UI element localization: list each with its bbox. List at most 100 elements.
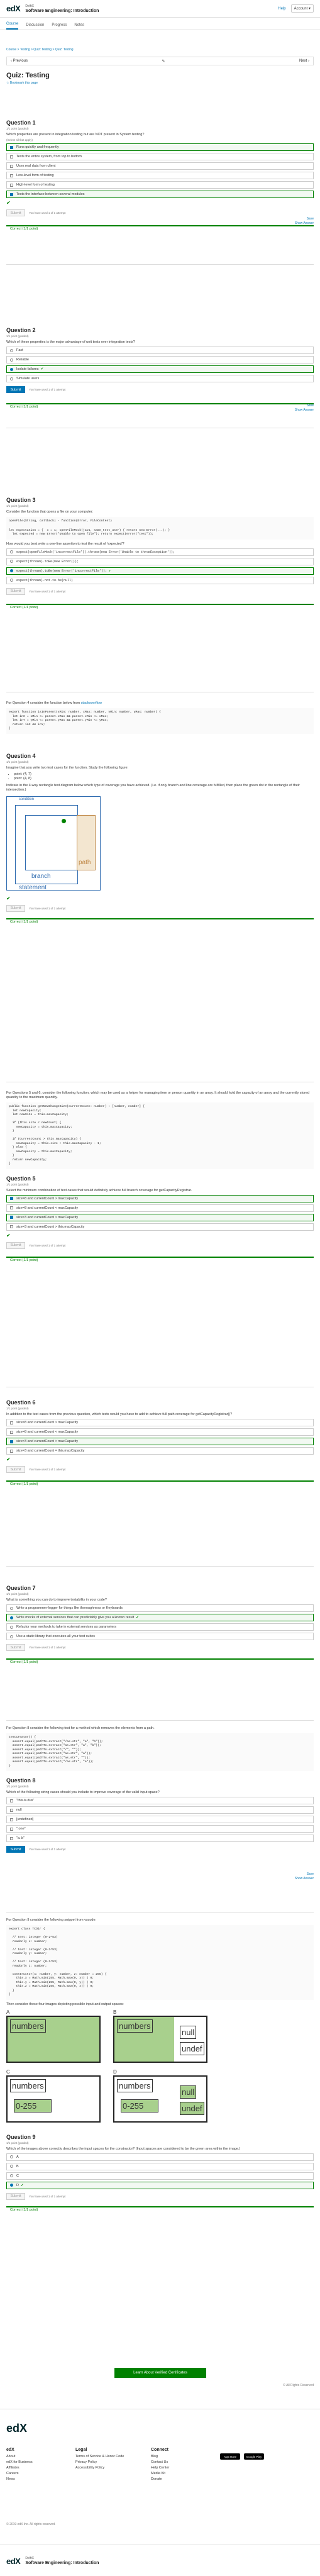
- edx-logo[interactable]: edX: [6, 4, 21, 13]
- option-checkbox[interactable]: size=3 and currentCount > maxCapacity: [6, 1438, 314, 1445]
- show-answer-button[interactable]: Show Answer: [295, 221, 314, 226]
- user-label: Account: [294, 7, 308, 11]
- bookmark-link[interactable]: ☆ Bookmark this page: [6, 81, 314, 85]
- correct-notification: Correct (1/1 point): [6, 403, 314, 409]
- tab-progress[interactable]: Progress: [52, 23, 67, 30]
- submit-button[interactable]: Submit: [6, 1846, 25, 1853]
- save-button[interactable]: Save: [295, 217, 314, 221]
- footer-link[interactable]: News: [6, 2477, 33, 2482]
- footer-link[interactable]: Media Kit: [151, 2471, 169, 2477]
- footer-logo[interactable]: edX: [6, 2422, 27, 2435]
- option-checkbox[interactable]: size=8 and currentCount > maxCapacity: [6, 1194, 314, 1202]
- option-checkbox[interactable]: size=8 and currentCount > maxCapacity: [6, 1419, 314, 1426]
- stackoverflow-link[interactable]: stackoverflow: [81, 701, 102, 705]
- option-radio[interactable]: Isolate failures ✔: [6, 365, 314, 373]
- option-checkbox[interactable]: ".one": [6, 1825, 314, 1833]
- option-checkbox[interactable]: Low-level form of testing: [6, 172, 314, 179]
- submit-button[interactable]: Submit: [6, 904, 25, 912]
- panel-text: numbers: [10, 2079, 46, 2092]
- option-radio[interactable]: C: [6, 2172, 314, 2180]
- option-checkbox[interactable]: size=3 and currentCount > this.maxCapaci…: [6, 1223, 314, 1231]
- save-button[interactable]: Save: [295, 1872, 314, 1877]
- option-radio[interactable]: Reliable: [6, 356, 314, 364]
- option-checkbox[interactable]: "this.is.dus": [6, 1797, 314, 1804]
- footer-link[interactable]: Careers: [6, 2471, 33, 2477]
- tab-notes[interactable]: Notes: [74, 23, 84, 30]
- option-radio[interactable]: A: [6, 2153, 314, 2161]
- submit-button[interactable]: Submit: [6, 1644, 25, 1651]
- option-checkbox[interactable]: Tests the interface between several modu…: [6, 191, 314, 198]
- footer-link[interactable]: Help Center: [151, 2465, 169, 2471]
- option-checkbox[interactable]: size=8 and currentCount < maxCapacity: [6, 1204, 314, 1212]
- question-title: Question 1: [6, 119, 36, 126]
- option-checkbox[interactable]: size=3 and currentCount > maxCapacity: [6, 1213, 314, 1221]
- attempts-text: You have used 1 of 1 attempt: [29, 1848, 66, 1851]
- panel-label: B: [113, 2009, 117, 2015]
- submit-button[interactable]: Submit: [6, 2192, 25, 2200]
- tab-course[interactable]: Course: [6, 22, 19, 30]
- option-radio[interactable]: Refactor your methods to take in externa…: [6, 1623, 314, 1631]
- option-checkbox[interactable]: Tests the entire system, from top to bot…: [6, 153, 314, 160]
- submit-row: Submit You have used 1 of 1 attempt: [6, 904, 314, 912]
- help-link[interactable]: Help: [278, 7, 285, 11]
- submit-button[interactable]: Submit: [6, 209, 25, 216]
- option-checkbox[interactable]: Runs quickly and frequently: [6, 143, 314, 151]
- checkbox-icon: [10, 1808, 13, 1812]
- question-1: Question 1 1/1 point (graded) Which prop…: [6, 119, 314, 231]
- problem-icon[interactable]: ✎: [162, 59, 165, 64]
- option-radio[interactable]: Write mocks of external services that ca…: [6, 1614, 314, 1621]
- option-label: C: [16, 2174, 19, 2178]
- google-play-badge[interactable]: Google Play: [244, 2453, 264, 2460]
- option-checkbox[interactable]: [undefined]: [6, 1816, 314, 1823]
- option-checkbox[interactable]: Uses real data from client: [6, 162, 314, 170]
- option-radio[interactable]: B: [6, 2162, 314, 2170]
- footer-link[interactable]: Blog: [151, 2454, 169, 2460]
- option-checkbox[interactable]: size=8 and currentCount < maxCapacity: [6, 1428, 314, 1436]
- question-3: Question 3 1/1 point (graded) Consider t…: [6, 497, 314, 610]
- option-checkbox[interactable]: High-level form of testing: [6, 181, 314, 189]
- next-button[interactable]: Next ›: [299, 59, 309, 63]
- submit-button[interactable]: Submit: [6, 386, 25, 393]
- option-checkbox[interactable]: "a..b": [6, 1835, 314, 1842]
- option-checkbox[interactable]: size=3 and currentCount = this.maxCapaci…: [6, 1447, 314, 1455]
- previous-button[interactable]: ‹ Previous: [11, 59, 28, 63]
- app-store-badges: App Store Google Play: [220, 2453, 264, 2460]
- verified-certificate-button[interactable]: Learn About Verified Certificates: [114, 2368, 206, 2378]
- show-answer-button[interactable]: Show Answer: [295, 408, 314, 413]
- footer-link[interactable]: Accessibility Policy: [75, 2465, 124, 2471]
- option-radio[interactable]: expect(thrown).toBe(new Error());: [6, 557, 314, 565]
- green-dot-marker[interactable]: [62, 818, 66, 823]
- submit-button[interactable]: Submit: [6, 1466, 25, 1473]
- checkbox-icon: [10, 155, 13, 158]
- footer-link[interactable]: edX for Business: [6, 2460, 33, 2465]
- option-radio[interactable]: Simulate users: [6, 375, 314, 382]
- show-answer-button[interactable]: Show Answer: [295, 1877, 314, 1881]
- submit-row: Submit You have used 1 of 1 attempt: [6, 587, 314, 595]
- panel-text: undef: [180, 2041, 204, 2055]
- submit-button[interactable]: Submit: [6, 1241, 25, 1249]
- footer-link[interactable]: Contact Us: [151, 2460, 169, 2465]
- app-store-badge[interactable]: App Store: [220, 2453, 240, 2460]
- option-checkbox[interactable]: null: [6, 1806, 314, 1814]
- submit-button[interactable]: Submit: [6, 587, 25, 595]
- footer-link[interactable]: About: [6, 2454, 33, 2460]
- option-radio[interactable]: expect(thrown).toBe(new Error('incorrect…: [6, 567, 314, 575]
- question-title: Question 5: [6, 1175, 36, 1182]
- question-text: What is something you can do to improve …: [6, 1598, 107, 1602]
- footer-link[interactable]: Affiliates: [6, 2465, 33, 2471]
- function-signature: openFile(String, callback) - function(Er…: [6, 517, 314, 526]
- tab-discussion[interactable]: Discussion: [26, 23, 44, 30]
- breadcrumb[interactable]: Course > Testing > Quiz: Testing > Quiz:…: [6, 48, 314, 52]
- option-radio[interactable]: D ✔: [6, 2181, 314, 2189]
- footer-link[interactable]: Donate: [151, 2477, 169, 2482]
- option-radio[interactable]: expect(thrown).not.to.be(null): [6, 576, 314, 584]
- user-menu-button[interactable]: Account ▾: [290, 4, 314, 13]
- edx-logo-small[interactable]: edX: [6, 2557, 21, 2566]
- option-radio[interactable]: expect(openFileMock('incorrectFile')).th…: [6, 548, 314, 556]
- option-radio[interactable]: Use a static library that executes all y…: [6, 1633, 314, 1640]
- footer-link[interactable]: Privacy Policy: [75, 2460, 124, 2465]
- footer-link[interactable]: Terms of Service & Honor Code: [75, 2454, 124, 2460]
- option-radio[interactable]: Fast: [6, 347, 314, 354]
- option-radio[interactable]: Write a programmer-logger for things lik…: [6, 1604, 314, 1612]
- save-button[interactable]: Save: [295, 404, 314, 408]
